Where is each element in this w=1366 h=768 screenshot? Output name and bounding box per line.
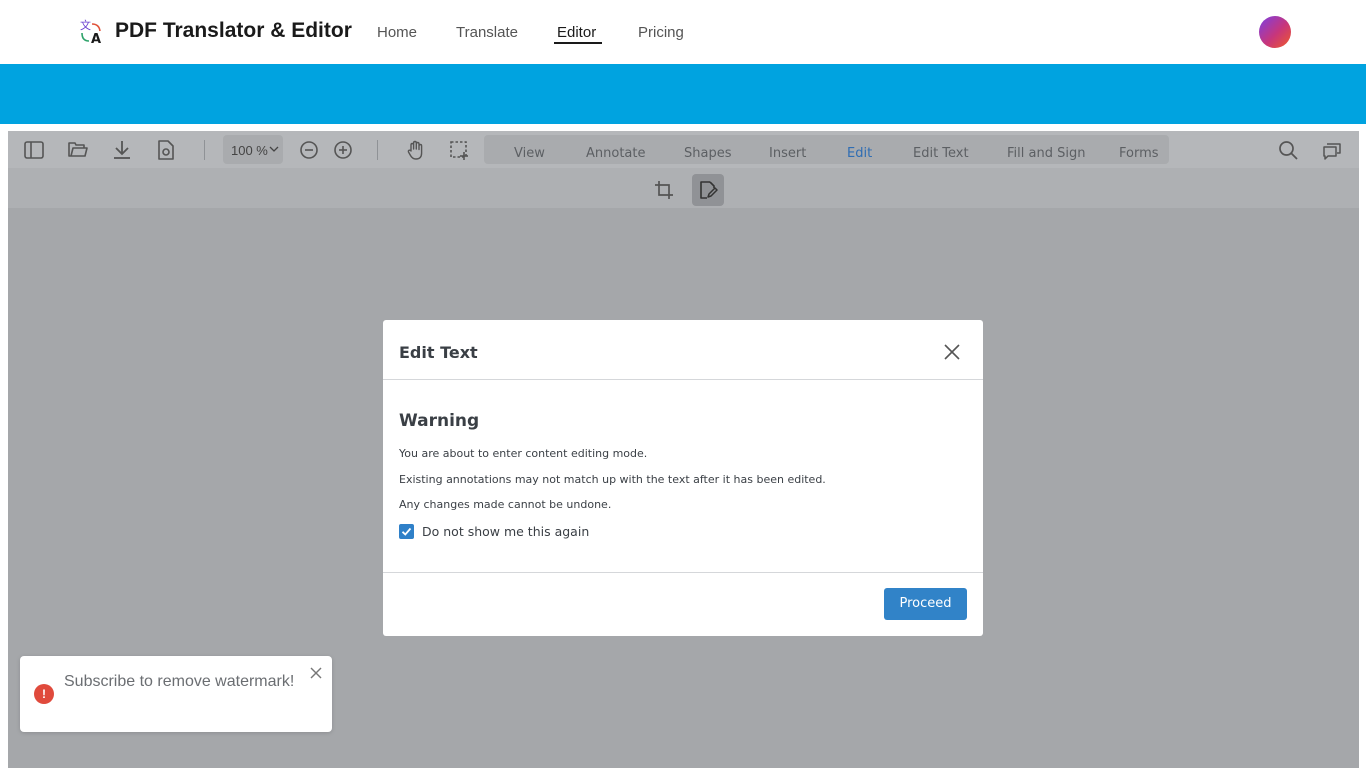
checkbox-label[interactable]: Do not show me this again — [422, 524, 589, 539]
crop-icon[interactable] — [648, 174, 680, 206]
open-folder-icon[interactable] — [67, 139, 89, 161]
edit-text-icon[interactable] — [692, 174, 724, 206]
sidebar-icon[interactable] — [23, 139, 45, 161]
comments-icon[interactable] — [1321, 139, 1343, 161]
select-region-icon[interactable] — [448, 139, 470, 161]
warning-heading: Warning — [399, 411, 480, 431]
toast-message: Subscribe to remove watermark! — [64, 673, 295, 690]
top-navbar: 文 A PDF Translator & Editor Home Transla… — [0, 0, 1366, 64]
avatar[interactable] — [1259, 16, 1291, 48]
close-icon[interactable] — [943, 343, 961, 361]
tab-insert[interactable]: Insert — [769, 146, 806, 161]
toolbar-divider — [377, 140, 378, 160]
dialog-title: Edit Text — [399, 343, 478, 362]
ribbon-tabs: View Annotate Shapes Insert Edit Edit Te… — [484, 135, 1169, 164]
zoom-select[interactable]: 100 % — [223, 135, 283, 164]
zoom-out-icon[interactable] — [298, 139, 320, 161]
close-icon[interactable] — [310, 666, 322, 679]
nav-home[interactable]: Home — [377, 24, 417, 41]
warning-message: You are about to enter content editing m… — [399, 447, 648, 460]
tab-fill-and-sign[interactable]: Fill and Sign — [1007, 146, 1085, 161]
toolbar-divider — [204, 140, 205, 160]
edit-text-dialog: Edit Text Warning You are about to enter… — [383, 320, 983, 636]
chevron-down-icon — [269, 146, 279, 152]
search-icon[interactable] — [1277, 139, 1299, 161]
proceed-button[interactable]: Proceed — [884, 588, 967, 620]
nav-active-underline — [554, 42, 602, 44]
translate-icon[interactable]: 文 A — [78, 18, 106, 47]
viewer-toolbar: 100 % View Annotate Shapes Insert Edit E… — [8, 131, 1359, 168]
watermark-toast: ! Subscribe to remove watermark! — [20, 656, 332, 732]
nav-editor[interactable]: Editor — [557, 24, 596, 41]
tab-shapes[interactable]: Shapes — [684, 146, 731, 161]
tab-edit-text[interactable]: Edit Text — [913, 146, 969, 161]
svg-text:A: A — [91, 32, 101, 46]
download-icon[interactable] — [111, 139, 133, 161]
svg-text:文: 文 — [80, 18, 91, 32]
zoom-value: 100 % — [231, 143, 268, 158]
dialog-divider — [383, 379, 983, 380]
promo-banner — [0, 64, 1366, 124]
error-icon: ! — [34, 684, 54, 704]
dialog-divider — [383, 572, 983, 573]
pan-hand-icon[interactable] — [405, 139, 427, 161]
edit-subtoolbar — [8, 168, 1359, 208]
brand-title[interactable]: PDF Translator & Editor — [115, 19, 352, 43]
dont-show-again-checkbox[interactable] — [399, 524, 414, 539]
document-settings-icon[interactable] — [155, 139, 177, 161]
tab-view[interactable]: View — [514, 146, 545, 161]
tab-annotate[interactable]: Annotate — [586, 146, 645, 161]
nav-pricing[interactable]: Pricing — [638, 24, 684, 41]
nav-translate[interactable]: Translate — [456, 24, 518, 41]
warning-message: Existing annotations may not match up wi… — [399, 473, 826, 486]
tab-forms[interactable]: Forms — [1119, 146, 1159, 161]
zoom-in-icon[interactable] — [332, 139, 354, 161]
tab-edit[interactable]: Edit — [847, 146, 872, 161]
checkmark-icon — [401, 527, 412, 536]
warning-message: Any changes made cannot be undone. — [399, 498, 612, 511]
